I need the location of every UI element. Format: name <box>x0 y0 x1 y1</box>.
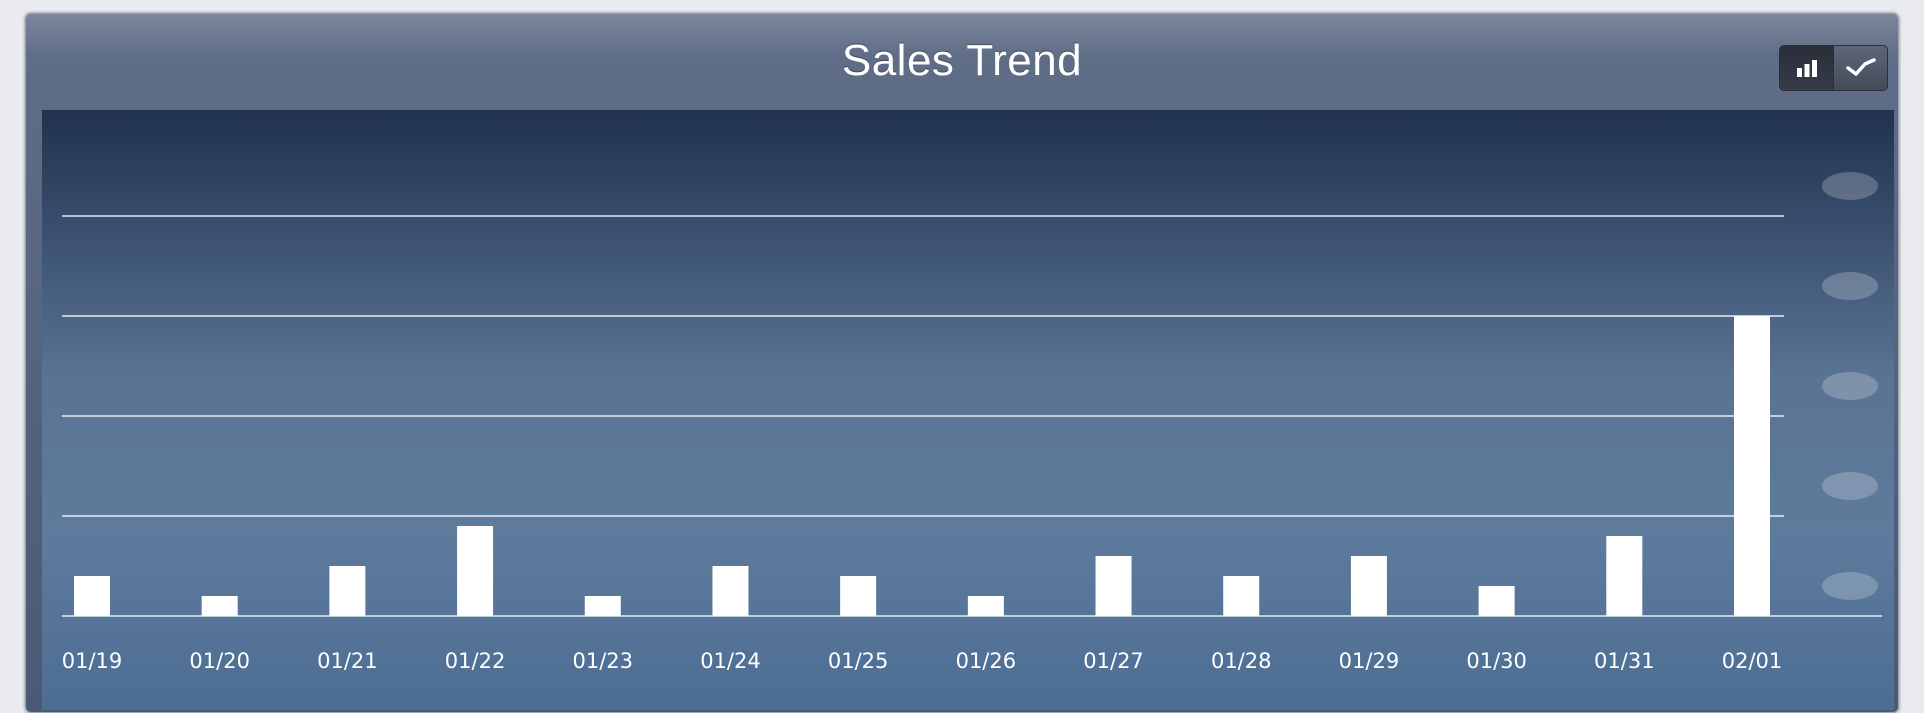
x-tick-label: 02/01 <box>1722 649 1783 673</box>
x-tick-label: 01/29 <box>1339 649 1400 673</box>
bar-01-25[interactable] <box>840 576 877 616</box>
bar-01-22[interactable] <box>457 526 494 616</box>
bar-01-20[interactable] <box>201 596 238 616</box>
x-tick-label: 01/27 <box>1083 649 1144 673</box>
x-tick-label: 01/30 <box>1466 649 1527 673</box>
bar-01-19[interactable] <box>74 576 110 616</box>
decorative-wisp <box>1822 472 1878 500</box>
bar-01-30[interactable] <box>1478 586 1515 616</box>
bar-01-27[interactable] <box>1095 556 1132 616</box>
line-chart-icon <box>1845 58 1876 76</box>
decorative-wisp <box>1822 572 1878 600</box>
bar-01-31[interactable] <box>1606 536 1643 616</box>
bar-01-24[interactable] <box>712 566 749 616</box>
x-tick-label: 01/25 <box>828 649 889 673</box>
bar-01-21[interactable] <box>329 566 366 616</box>
bar-01-28[interactable] <box>1223 576 1260 616</box>
x-tick-label: 01/22 <box>445 649 506 673</box>
x-tick-label: 01/19 <box>62 649 123 673</box>
bar-02-01[interactable] <box>1734 316 1770 616</box>
line-chart-button[interactable] <box>1833 46 1887 90</box>
x-tick-label: 01/24 <box>700 649 761 673</box>
x-tick-label: 01/21 <box>317 649 378 673</box>
bar-01-29[interactable] <box>1350 556 1387 616</box>
bar-chart: 01/19 01/20 01/21 01/22 01/23 01/24 01/25 01/26… <box>62 172 1882 673</box>
chart-type-toggle[interactable] <box>1779 45 1888 91</box>
x-tick-label: 01/31 <box>1594 649 1655 673</box>
x-tick-label: 01/26 <box>956 649 1017 673</box>
decorative-wisp <box>1822 172 1878 200</box>
x-tick-label: 01/28 <box>1211 649 1272 673</box>
bar-chart-button[interactable] <box>1780 46 1833 90</box>
x-tick-label: 01/20 <box>189 649 250 673</box>
plot-area: 01/19 01/20 01/21 01/22 01/23 01/24 01/25 01/26… <box>42 110 1894 710</box>
decorative-wisp <box>1822 372 1878 400</box>
bar-chart-icon <box>1796 60 1817 77</box>
decorative-wisp <box>1822 272 1878 300</box>
bar-01-26[interactable] <box>967 596 1004 616</box>
bar-01-23[interactable] <box>584 596 621 616</box>
chart-title: Sales Trend <box>841 36 1083 85</box>
x-tick-label: 01/23 <box>573 649 634 673</box>
